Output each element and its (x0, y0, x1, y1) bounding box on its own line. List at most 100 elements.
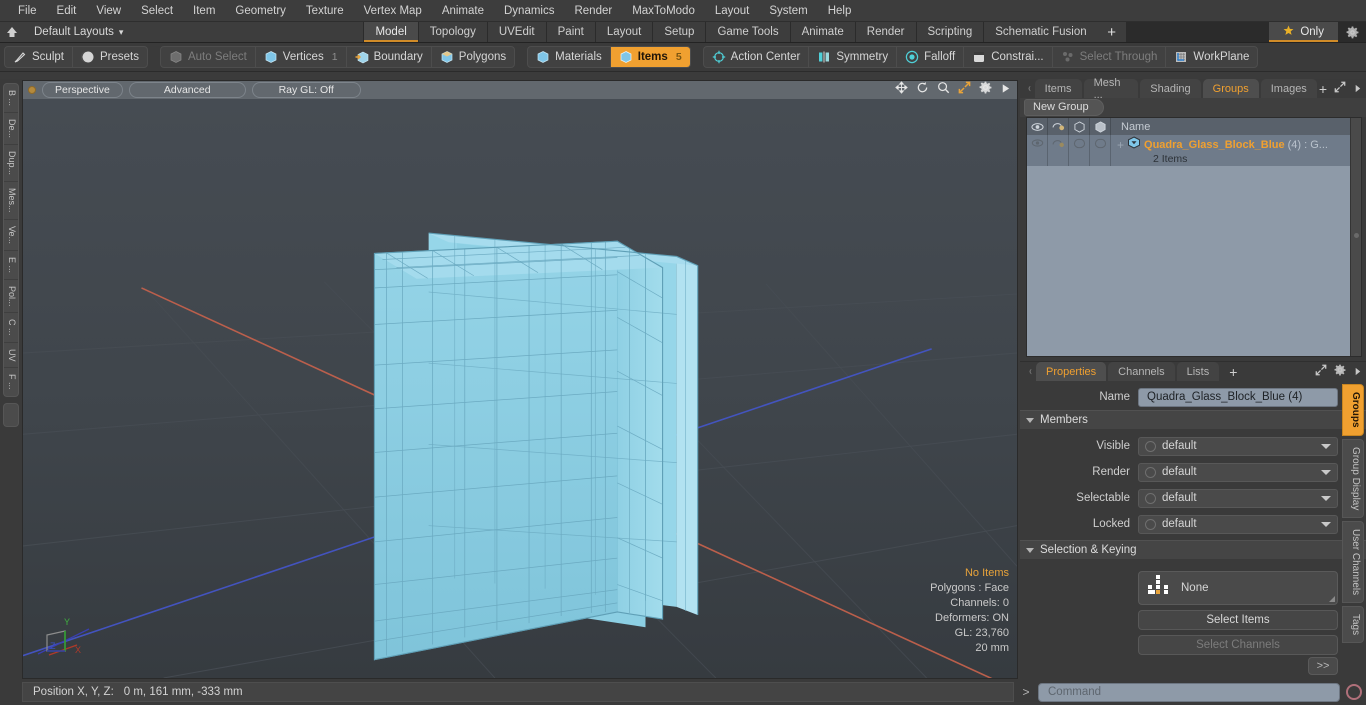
left-strip-extra-panel[interactable] (3, 402, 19, 427)
selectable-radio-icon[interactable] (1145, 492, 1156, 504)
tab-items[interactable]: Items (1034, 79, 1082, 98)
left-tab-deform[interactable]: De... (4, 113, 18, 146)
gear-icon[interactable] (1338, 22, 1366, 42)
new-group-button[interactable]: New Group (1024, 99, 1104, 116)
constraint-button[interactable]: Constrai... (964, 47, 1053, 67)
left-tab-uv[interactable]: UV (4, 343, 18, 369)
menu-item-system[interactable]: System (759, 2, 817, 20)
menu-item-view[interactable]: View (86, 2, 131, 20)
row-lock-checkbox[interactable] (1090, 135, 1111, 166)
vtab-tags[interactable]: Tags (1342, 606, 1364, 644)
menu-item-layout[interactable]: Layout (705, 2, 760, 20)
add-properties-tab-button[interactable]: + (1221, 362, 1245, 381)
menu-item-geometry[interactable]: Geometry (225, 2, 296, 20)
rotate-icon[interactable] (916, 81, 929, 99)
tab-game-tools[interactable]: Game Tools (705, 22, 790, 42)
menu-item-help[interactable]: Help (818, 2, 862, 20)
tab-animate[interactable]: Animate (789, 22, 855, 42)
viewport-3d-canvas[interactable] (23, 99, 1017, 678)
polygons-button[interactable]: Polygons (432, 47, 514, 67)
tab-channels[interactable]: Channels (1108, 362, 1175, 381)
tab-groups[interactable]: Groups (1202, 79, 1259, 98)
locked-dropdown[interactable]: default (1138, 514, 1338, 534)
tab-scripting[interactable]: Scripting (915, 22, 984, 42)
left-tab-fusion[interactable]: F ... (4, 368, 18, 396)
symmetry-button[interactable]: Symmetry (809, 47, 898, 67)
menu-item-render[interactable]: Render (564, 2, 622, 20)
scrollbar-grip[interactable] (1354, 233, 1359, 238)
panel-menu-dot-icon[interactable] (1024, 79, 1035, 98)
render-dropdown[interactable]: default (1138, 462, 1338, 482)
properties-menu-dot-icon[interactable] (1024, 362, 1036, 381)
left-tab-polygon[interactable]: Pol... (4, 280, 18, 314)
expand-icon[interactable] (1334, 80, 1346, 98)
vertices-button[interactable]: Vertices 1 (256, 47, 347, 67)
row-eye-icon[interactable] (1027, 135, 1048, 166)
tab-mesh[interactable]: Mesh ... (1083, 77, 1139, 101)
viewport-raygl-selector[interactable]: Ray GL: Off (251, 82, 361, 98)
add-panel-tab-button[interactable]: + (1319, 81, 1327, 97)
menu-item-texture[interactable]: Texture (296, 2, 354, 20)
row-select-checkbox[interactable] (1069, 135, 1090, 166)
menu-item-animate[interactable]: Animate (432, 2, 494, 20)
tab-render[interactable]: Render (854, 22, 916, 42)
tab-schematic-fusion[interactable]: Schematic Fusion (983, 22, 1098, 42)
row-render-icon[interactable] (1048, 135, 1069, 166)
lock-icon[interactable] (1090, 118, 1111, 135)
vtab-groups[interactable]: Groups (1342, 384, 1364, 436)
viewport-projection-selector[interactable]: Perspective (42, 82, 123, 98)
table-row[interactable]: + Quadra_Glass_Block_Blue (4) : G... 2 I… (1027, 135, 1350, 166)
falloff-button[interactable]: Falloff (897, 47, 965, 67)
selection-set-selector[interactable]: None (1138, 571, 1338, 605)
menu-item-edit[interactable]: Edit (47, 2, 87, 20)
tab-layout[interactable]: Layout (594, 22, 653, 42)
left-tab-mesh[interactable]: Mes... (4, 182, 18, 220)
play-icon[interactable] (1000, 81, 1011, 99)
chevron-right-icon[interactable] (1353, 363, 1362, 381)
menu-item-file[interactable]: File (8, 2, 47, 20)
menu-item-item[interactable]: Item (183, 2, 225, 20)
materials-button[interactable]: Materials (528, 47, 611, 67)
boundary-button[interactable]: Boundary (347, 47, 432, 67)
pan-icon[interactable] (895, 81, 908, 99)
perspective-viewport[interactable]: Perspective Advanced Ray GL: Off No Item… (22, 80, 1018, 679)
select-icon[interactable] (1069, 118, 1090, 135)
tab-setup[interactable]: Setup (652, 22, 706, 42)
items-button[interactable]: Items 5 (610, 47, 690, 67)
visible-dropdown[interactable]: default (1138, 436, 1338, 456)
record-icon[interactable] (1346, 684, 1362, 700)
gear-icon[interactable] (1334, 363, 1346, 381)
action-center-button[interactable]: Action Center (704, 47, 810, 67)
tab-topology[interactable]: Topology (417, 22, 487, 42)
vtab-user-channels[interactable]: User Channels (1342, 520, 1364, 604)
render-icon[interactable] (1048, 118, 1069, 135)
expand-toggle[interactable]: + (1117, 138, 1124, 152)
viewport-shading-selector[interactable]: Advanced (128, 82, 246, 98)
command-input[interactable]: Command (1038, 682, 1340, 702)
zoom-icon[interactable] (937, 81, 950, 99)
select-through-button[interactable]: Select Through (1053, 47, 1167, 67)
group-name-field[interactable]: Quadra_Glass_Block_Blue (4) (1138, 387, 1338, 407)
visible-radio-icon[interactable] (1145, 440, 1156, 452)
tab-lists[interactable]: Lists (1176, 362, 1220, 381)
viewport-menu-dot-icon[interactable] (28, 86, 36, 94)
tab-paint[interactable]: Paint (545, 22, 595, 42)
tab-images[interactable]: Images (1260, 79, 1317, 98)
left-tab-duplicate[interactable]: Dup... (4, 145, 18, 183)
left-tab-curve[interactable]: C ... (4, 313, 18, 343)
presets-button[interactable]: Presets (73, 47, 147, 67)
workplane-button[interactable]: WorkPlane (1166, 47, 1257, 67)
add-layout-tab-button[interactable]: + (1097, 22, 1126, 42)
tab-uvedit[interactable]: UVEdit (486, 22, 546, 42)
left-tab-edge[interactable]: E ... (4, 251, 18, 280)
tab-shading[interactable]: Shading (1140, 79, 1201, 98)
vtab-group-display[interactable]: Group Display (1342, 438, 1364, 518)
chevron-right-icon[interactable] (1353, 80, 1362, 98)
auto-select-button[interactable]: Auto Select (161, 47, 256, 67)
eye-icon[interactable] (1027, 118, 1048, 135)
expand-icon[interactable] (1315, 363, 1327, 381)
select-items-button[interactable]: Select Items (1138, 610, 1338, 630)
menu-item-dynamics[interactable]: Dynamics (494, 2, 564, 20)
locked-radio-icon[interactable] (1145, 518, 1156, 530)
menu-item-select[interactable]: Select (131, 2, 183, 20)
